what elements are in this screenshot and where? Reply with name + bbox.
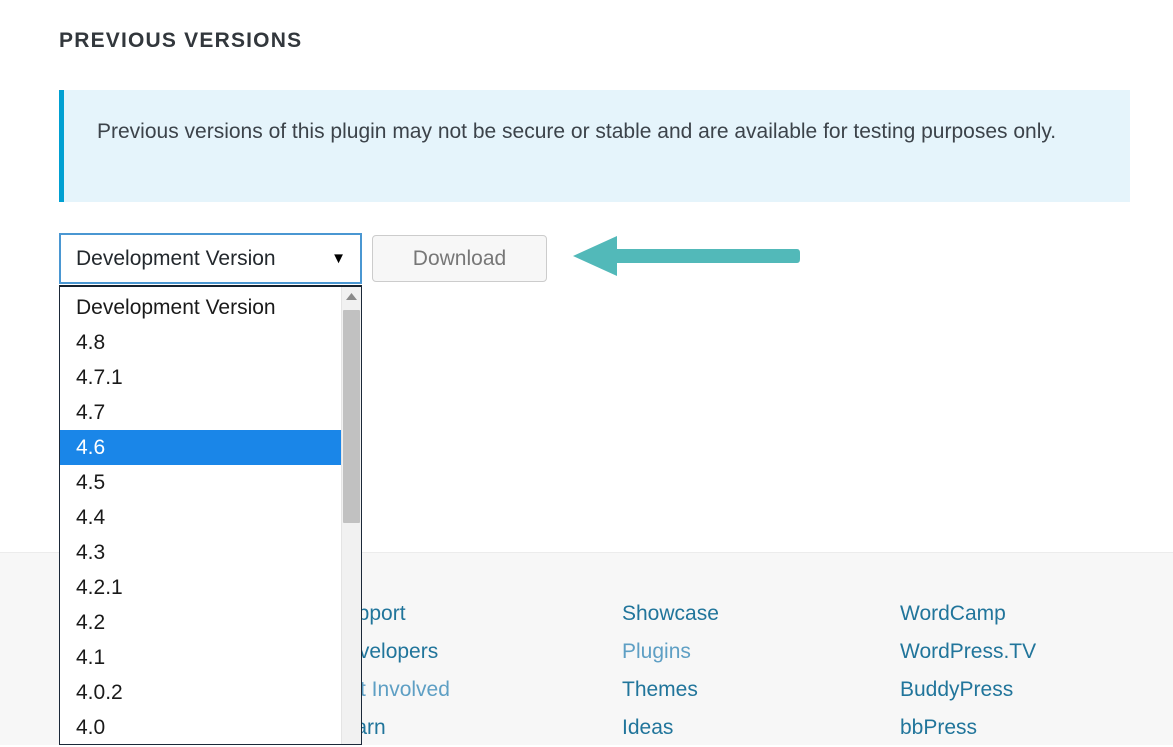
version-select-value: Development Version xyxy=(76,246,276,270)
dropdown-option[interactable]: 4.3 xyxy=(60,535,341,570)
dropdown-option-selected[interactable]: 4.6 xyxy=(60,430,341,465)
dropdown-option[interactable]: 4.8 xyxy=(60,325,341,360)
scroll-up-arrow-icon[interactable] xyxy=(342,287,361,306)
chevron-down-icon: ▼ xyxy=(331,250,346,267)
arrow-left-icon xyxy=(573,236,800,276)
footer-link-wordcamp[interactable]: WordCamp xyxy=(900,595,1036,633)
version-select[interactable]: Development Version ▼ xyxy=(59,233,362,284)
dropdown-option[interactable]: 4.2 xyxy=(60,605,341,640)
footer-link-ideas[interactable]: Ideas xyxy=(622,709,719,747)
dropdown-options: Development Version 4.8 4.7.1 4.7 4.6 4.… xyxy=(60,287,341,744)
footer-link-plugins[interactable]: Plugins xyxy=(622,633,719,671)
footer-link-showcase[interactable]: Showcase xyxy=(622,595,719,633)
footer-link-buddypress[interactable]: BuddyPress xyxy=(900,671,1036,709)
footer-link-bbpress[interactable]: bbPress xyxy=(900,709,1036,747)
download-button[interactable]: Download xyxy=(372,235,547,282)
footer-link-wordpress-tv[interactable]: WordPress.TV xyxy=(900,633,1036,671)
dropdown-option[interactable]: 4.0 xyxy=(60,710,341,744)
info-notice: Previous versions of this plugin may not… xyxy=(59,90,1130,202)
dropdown-option[interactable]: 4.2.1 xyxy=(60,570,341,605)
footer-link-themes[interactable]: Themes xyxy=(622,671,719,709)
dropdown-scrollbar-thumb[interactable] xyxy=(343,310,360,523)
dropdown-option[interactable]: 4.5 xyxy=(60,465,341,500)
dropdown-scrollbar[interactable] xyxy=(341,287,361,744)
dropdown-option[interactable]: Development Version xyxy=(60,290,341,325)
dropdown-option[interactable]: 4.0.2 xyxy=(60,675,341,710)
dropdown-option[interactable]: 4.7.1 xyxy=(60,360,341,395)
page-title: PREVIOUS VERSIONS xyxy=(59,29,303,52)
dropdown-option[interactable]: 4.1 xyxy=(60,640,341,675)
annotation-arrow-left xyxy=(570,235,800,277)
dropdown-option[interactable]: 4.7 xyxy=(60,395,341,430)
footer-column-3: WordCamp WordPress.TV BuddyPress bbPress xyxy=(900,595,1036,747)
dropdown-option[interactable]: 4.4 xyxy=(60,500,341,535)
version-dropdown-list[interactable]: Development Version 4.8 4.7.1 4.7 4.6 4.… xyxy=(59,285,362,745)
info-notice-text: Previous versions of this plugin may not… xyxy=(97,120,1057,143)
footer-column-2: Showcase Plugins Themes Ideas xyxy=(622,595,719,747)
